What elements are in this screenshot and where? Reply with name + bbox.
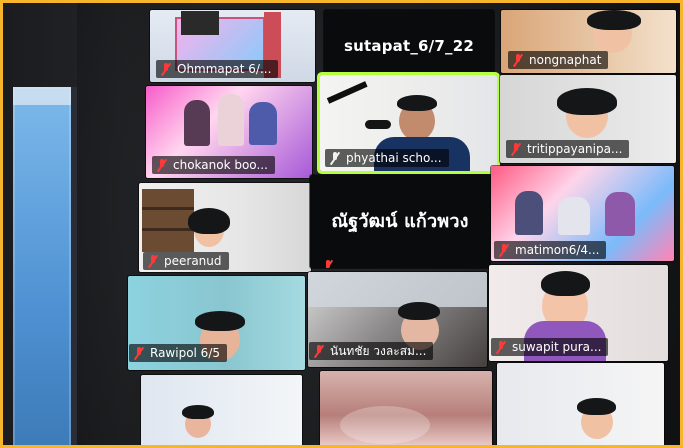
participant-name: suwapit pura... xyxy=(512,340,602,354)
muted-mic-icon xyxy=(512,54,524,66)
bottom-left-background xyxy=(141,375,302,445)
muted-mic-icon xyxy=(156,159,168,171)
anime-figure-2 xyxy=(218,94,244,146)
participant-name: Ohmmapat 6/... xyxy=(177,62,272,76)
mic-icon xyxy=(329,152,341,164)
bottom-left-hair xyxy=(182,405,214,419)
participant-name: tritippayanipa... xyxy=(527,142,623,156)
matimon-anime-3 xyxy=(605,192,635,236)
peeranud-name-label: peeranud xyxy=(143,252,229,270)
muted-mic-icon xyxy=(495,341,507,353)
tile-bottom-mid[interactable] xyxy=(320,371,492,445)
tile-chokanok[interactable]: chokanok boo... xyxy=(146,86,312,178)
tile-rawipol[interactable]: Rawipol 6/5 xyxy=(128,276,305,370)
suwapit-hair xyxy=(541,271,590,296)
tile-thai-name[interactable]: ณัฐวัฒน์ แก้วพวง xyxy=(310,175,490,268)
participant-display-name: ณัฐวัฒน์ แก้วพวง xyxy=(331,210,469,232)
tile-bottom-right[interactable] xyxy=(497,363,664,445)
suwapit-name-label: suwapit pura... xyxy=(491,338,609,356)
shelf-line xyxy=(142,207,194,210)
nontachai-hair xyxy=(398,302,440,320)
anime-figure-1 xyxy=(184,100,210,146)
muted-mic-icon xyxy=(498,244,510,256)
tile-ohmmapat[interactable]: Ohmmapat 6/... xyxy=(150,10,315,82)
tile-suwapit[interactable]: suwapit pura... xyxy=(489,265,668,361)
muted-mic-icon xyxy=(510,143,522,155)
microphone xyxy=(365,120,391,129)
left-monitor xyxy=(13,87,77,445)
bottom-right-hair xyxy=(577,398,616,415)
muted-mic-icon xyxy=(133,347,145,359)
anime-figure-3 xyxy=(249,102,277,145)
peeranud-hair xyxy=(188,208,230,234)
shelf-line xyxy=(142,228,194,231)
ohmmapat-face-thumb xyxy=(181,11,219,35)
participant-name: peeranud xyxy=(164,254,222,268)
rawipol-hair xyxy=(195,311,245,331)
tritippayanipa-name-label: tritippayanipa... xyxy=(506,140,630,158)
matimon-name-label: matimon6/4... xyxy=(494,241,607,259)
participant-name: Rawipol 6/5 xyxy=(150,346,220,360)
nongnaphat-name-label: nongnaphat xyxy=(508,51,609,69)
participant-name: chokanok boo... xyxy=(173,158,268,172)
nontachai-name-label: นันทชัย วงละสม... xyxy=(309,342,434,360)
chokanok-name-label: chokanok boo... xyxy=(152,156,275,174)
tile-matimon[interactable]: matimon6/4... xyxy=(491,166,674,261)
bookshelf xyxy=(142,189,194,252)
matimon-anime-2 xyxy=(558,197,590,235)
phyathai-hair xyxy=(397,95,437,111)
participant-name: nongnaphat xyxy=(529,53,602,67)
bottom-mid-blur-shape xyxy=(340,406,430,444)
tile-sutapat[interactable]: sutapat_6/7_22 xyxy=(324,10,494,82)
tritippayanipa-hair xyxy=(557,88,617,115)
tile-bottom-left[interactable] xyxy=(141,375,302,445)
participant-display-name: sutapat_6/7_22 xyxy=(344,37,474,55)
room-window xyxy=(308,272,487,307)
matimon-anime-1 xyxy=(515,191,543,235)
participant-name: นันทชัย วงละสม... xyxy=(330,344,427,358)
tile-tritippayanipa[interactable]: tritippayanipa... xyxy=(500,75,676,163)
tile-phyathai[interactable]: phyathai scho... xyxy=(320,75,497,171)
tile-peeranud[interactable]: peeranud xyxy=(139,183,311,272)
muted-mic-icon xyxy=(313,345,325,357)
muted-mic-icon xyxy=(160,63,172,75)
ohmmapat-name-label: Ohmmapat 6/... xyxy=(156,60,279,78)
muted-mic-icon xyxy=(147,255,159,267)
nongnaphat-hair xyxy=(587,10,641,30)
photo-frame: Ohmmapat 6/... sutapat_6/7_22 nongnaphat… xyxy=(0,0,683,448)
participant-name: matimon6/4... xyxy=(515,243,600,257)
tile-nongnaphat[interactable]: nongnaphat xyxy=(501,10,676,73)
left-monitor-bar xyxy=(13,87,71,105)
rawipol-name-label: Rawipol 6/5 xyxy=(129,344,227,362)
participant-name: phyathai scho... xyxy=(346,151,442,165)
phyathai-name-label: phyathai scho... xyxy=(325,149,449,167)
tile-nontachai[interactable]: นันทชัย วงละสม... xyxy=(308,272,487,367)
